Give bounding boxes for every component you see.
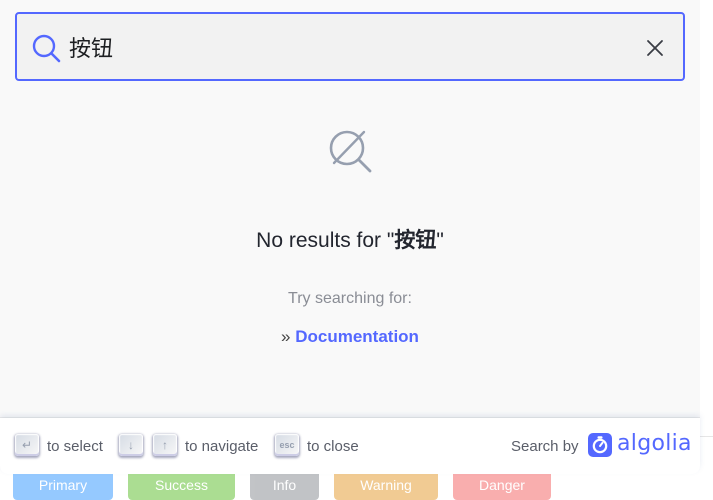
background-button-info: Info — [250, 470, 319, 500]
modal-footer: ↵ to select ↓ ↑ to navigate esc to close… — [0, 418, 700, 474]
arrow-up-key-icon: ↑ — [153, 434, 177, 456]
search-form — [15, 12, 685, 81]
algolia-brand-link[interactable]: algolia — [617, 431, 692, 456]
try-searching-label: Try searching for: — [288, 290, 412, 307]
search-icon — [32, 34, 61, 63]
close-hint: to close — [307, 438, 359, 455]
enter-key-icon: ↵ — [15, 434, 39, 456]
search-off-icon — [329, 130, 372, 173]
no-results-panel: No results for "按钮" Try searching for: »… — [0, 120, 700, 347]
background-button-danger: Danger — [453, 470, 551, 500]
no-results-query: 按钮 — [394, 228, 437, 252]
suggestion-item: » Documentation — [281, 327, 419, 346]
search-by-label: Search by — [511, 438, 579, 455]
esc-key-icon: esc — [275, 434, 299, 456]
search-modal: No results for "按钮" Try searching for: »… — [0, 0, 700, 474]
no-results-title: No results for "按钮" — [256, 228, 444, 252]
background-button-primary: Primary — [13, 470, 113, 500]
select-hint: to select — [47, 438, 103, 455]
navigate-hint: to navigate — [185, 438, 259, 455]
background-divider — [700, 436, 713, 437]
algolia-logo-icon[interactable] — [588, 433, 612, 457]
background-button-success: Success — [128, 470, 235, 500]
close-icon[interactable] — [643, 36, 667, 60]
search-input[interactable] — [69, 28, 629, 66]
suggestion-link-documentation[interactable]: Documentation — [295, 327, 419, 346]
arrow-down-key-icon: ↓ — [119, 434, 143, 456]
background-button-warning: Warning — [334, 470, 438, 500]
background-page-edge — [700, 0, 713, 486]
